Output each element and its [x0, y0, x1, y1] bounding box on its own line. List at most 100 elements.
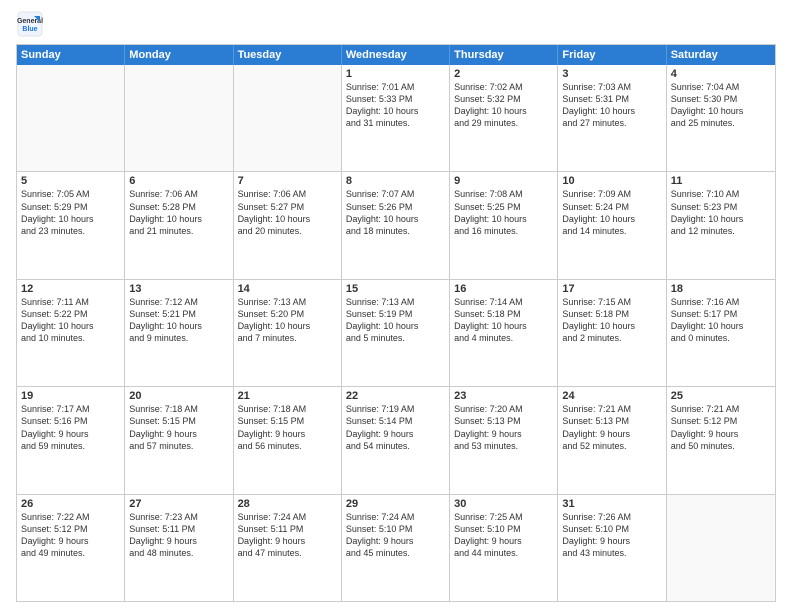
- week-row-2: 5Sunrise: 7:05 AM Sunset: 5:29 PM Daylig…: [17, 171, 775, 278]
- day-number: 21: [238, 390, 337, 402]
- day-cell-11: 11Sunrise: 7:10 AM Sunset: 5:23 PM Dayli…: [667, 172, 775, 278]
- day-info: Sunrise: 7:13 AM Sunset: 5:20 PM Dayligh…: [238, 296, 337, 345]
- day-info: Sunrise: 7:24 AM Sunset: 5:10 PM Dayligh…: [346, 511, 445, 560]
- day-number: 11: [671, 175, 771, 187]
- day-cell-31: 31Sunrise: 7:26 AM Sunset: 5:10 PM Dayli…: [558, 495, 666, 601]
- day-info: Sunrise: 7:19 AM Sunset: 5:14 PM Dayligh…: [346, 403, 445, 452]
- calendar-body: 1Sunrise: 7:01 AM Sunset: 5:33 PM Daylig…: [17, 65, 775, 601]
- day-header-saturday: Saturday: [667, 45, 775, 65]
- day-number: 7: [238, 175, 337, 187]
- day-info: Sunrise: 7:21 AM Sunset: 5:12 PM Dayligh…: [671, 403, 771, 452]
- day-header-thursday: Thursday: [450, 45, 558, 65]
- day-cell-15: 15Sunrise: 7:13 AM Sunset: 5:19 PM Dayli…: [342, 280, 450, 386]
- day-info: Sunrise: 7:09 AM Sunset: 5:24 PM Dayligh…: [562, 188, 661, 237]
- day-number: 9: [454, 175, 553, 187]
- day-cell-6: 6Sunrise: 7:06 AM Sunset: 5:28 PM Daylig…: [125, 172, 233, 278]
- day-header-monday: Monday: [125, 45, 233, 65]
- day-number: 14: [238, 283, 337, 295]
- day-cell-3: 3Sunrise: 7:03 AM Sunset: 5:31 PM Daylig…: [558, 65, 666, 171]
- day-number: 18: [671, 283, 771, 295]
- day-number: 13: [129, 283, 228, 295]
- day-info: Sunrise: 7:12 AM Sunset: 5:21 PM Dayligh…: [129, 296, 228, 345]
- day-number: 20: [129, 390, 228, 402]
- day-cell-9: 9Sunrise: 7:08 AM Sunset: 5:25 PM Daylig…: [450, 172, 558, 278]
- day-number: 3: [562, 68, 661, 80]
- day-info: Sunrise: 7:08 AM Sunset: 5:25 PM Dayligh…: [454, 188, 553, 237]
- day-cell-23: 23Sunrise: 7:20 AM Sunset: 5:13 PM Dayli…: [450, 387, 558, 493]
- empty-cell: [234, 65, 342, 171]
- day-cell-24: 24Sunrise: 7:21 AM Sunset: 5:13 PM Dayli…: [558, 387, 666, 493]
- day-info: Sunrise: 7:15 AM Sunset: 5:18 PM Dayligh…: [562, 296, 661, 345]
- day-cell-29: 29Sunrise: 7:24 AM Sunset: 5:10 PM Dayli…: [342, 495, 450, 601]
- day-number: 23: [454, 390, 553, 402]
- day-number: 5: [21, 175, 120, 187]
- day-info: Sunrise: 7:13 AM Sunset: 5:19 PM Dayligh…: [346, 296, 445, 345]
- day-cell-7: 7Sunrise: 7:06 AM Sunset: 5:27 PM Daylig…: [234, 172, 342, 278]
- day-number: 26: [21, 498, 120, 510]
- day-info: Sunrise: 7:11 AM Sunset: 5:22 PM Dayligh…: [21, 296, 120, 345]
- day-number: 29: [346, 498, 445, 510]
- empty-cell: [17, 65, 125, 171]
- day-number: 2: [454, 68, 553, 80]
- day-info: Sunrise: 7:24 AM Sunset: 5:11 PM Dayligh…: [238, 511, 337, 560]
- svg-text:Blue: Blue: [22, 26, 37, 33]
- day-number: 22: [346, 390, 445, 402]
- day-number: 10: [562, 175, 661, 187]
- week-row-1: 1Sunrise: 7:01 AM Sunset: 5:33 PM Daylig…: [17, 65, 775, 171]
- day-info: Sunrise: 7:17 AM Sunset: 5:16 PM Dayligh…: [21, 403, 120, 452]
- day-info: Sunrise: 7:21 AM Sunset: 5:13 PM Dayligh…: [562, 403, 661, 452]
- day-info: Sunrise: 7:01 AM Sunset: 5:33 PM Dayligh…: [346, 81, 445, 130]
- day-info: Sunrise: 7:22 AM Sunset: 5:12 PM Dayligh…: [21, 511, 120, 560]
- day-cell-18: 18Sunrise: 7:16 AM Sunset: 5:17 PM Dayli…: [667, 280, 775, 386]
- day-info: Sunrise: 7:25 AM Sunset: 5:10 PM Dayligh…: [454, 511, 553, 560]
- day-cell-16: 16Sunrise: 7:14 AM Sunset: 5:18 PM Dayli…: [450, 280, 558, 386]
- day-cell-28: 28Sunrise: 7:24 AM Sunset: 5:11 PM Dayli…: [234, 495, 342, 601]
- day-info: Sunrise: 7:18 AM Sunset: 5:15 PM Dayligh…: [238, 403, 337, 452]
- day-cell-25: 25Sunrise: 7:21 AM Sunset: 5:12 PM Dayli…: [667, 387, 775, 493]
- day-cell-20: 20Sunrise: 7:18 AM Sunset: 5:15 PM Dayli…: [125, 387, 233, 493]
- day-number: 28: [238, 498, 337, 510]
- week-row-4: 19Sunrise: 7:17 AM Sunset: 5:16 PM Dayli…: [17, 386, 775, 493]
- day-info: Sunrise: 7:03 AM Sunset: 5:31 PM Dayligh…: [562, 81, 661, 130]
- header: General Blue: [16, 10, 776, 38]
- day-number: 6: [129, 175, 228, 187]
- logo-icon: General Blue: [16, 10, 44, 38]
- day-info: Sunrise: 7:14 AM Sunset: 5:18 PM Dayligh…: [454, 296, 553, 345]
- day-info: Sunrise: 7:26 AM Sunset: 5:10 PM Dayligh…: [562, 511, 661, 560]
- day-header-friday: Friday: [558, 45, 666, 65]
- day-cell-10: 10Sunrise: 7:09 AM Sunset: 5:24 PM Dayli…: [558, 172, 666, 278]
- day-cell-5: 5Sunrise: 7:05 AM Sunset: 5:29 PM Daylig…: [17, 172, 125, 278]
- day-number: 31: [562, 498, 661, 510]
- day-info: Sunrise: 7:02 AM Sunset: 5:32 PM Dayligh…: [454, 81, 553, 130]
- day-info: Sunrise: 7:06 AM Sunset: 5:27 PM Dayligh…: [238, 188, 337, 237]
- day-header-tuesday: Tuesday: [234, 45, 342, 65]
- day-number: 25: [671, 390, 771, 402]
- calendar-header: SundayMondayTuesdayWednesdayThursdayFrid…: [17, 45, 775, 65]
- day-number: 19: [21, 390, 120, 402]
- day-cell-17: 17Sunrise: 7:15 AM Sunset: 5:18 PM Dayli…: [558, 280, 666, 386]
- day-info: Sunrise: 7:16 AM Sunset: 5:17 PM Dayligh…: [671, 296, 771, 345]
- empty-cell: [667, 495, 775, 601]
- day-info: Sunrise: 7:04 AM Sunset: 5:30 PM Dayligh…: [671, 81, 771, 130]
- day-number: 4: [671, 68, 771, 80]
- week-row-3: 12Sunrise: 7:11 AM Sunset: 5:22 PM Dayli…: [17, 279, 775, 386]
- logo: General Blue: [16, 10, 48, 38]
- day-cell-13: 13Sunrise: 7:12 AM Sunset: 5:21 PM Dayli…: [125, 280, 233, 386]
- day-number: 16: [454, 283, 553, 295]
- week-row-5: 26Sunrise: 7:22 AM Sunset: 5:12 PM Dayli…: [17, 494, 775, 601]
- day-number: 24: [562, 390, 661, 402]
- day-number: 30: [454, 498, 553, 510]
- day-cell-22: 22Sunrise: 7:19 AM Sunset: 5:14 PM Dayli…: [342, 387, 450, 493]
- day-cell-12: 12Sunrise: 7:11 AM Sunset: 5:22 PM Dayli…: [17, 280, 125, 386]
- day-info: Sunrise: 7:23 AM Sunset: 5:11 PM Dayligh…: [129, 511, 228, 560]
- day-number: 12: [21, 283, 120, 295]
- day-info: Sunrise: 7:10 AM Sunset: 5:23 PM Dayligh…: [671, 188, 771, 237]
- page: General Blue SundayMondayTuesdayWednesda…: [0, 0, 792, 612]
- day-info: Sunrise: 7:20 AM Sunset: 5:13 PM Dayligh…: [454, 403, 553, 452]
- day-cell-21: 21Sunrise: 7:18 AM Sunset: 5:15 PM Dayli…: [234, 387, 342, 493]
- day-header-wednesday: Wednesday: [342, 45, 450, 65]
- calendar: SundayMondayTuesdayWednesdayThursdayFrid…: [16, 44, 776, 602]
- day-cell-4: 4Sunrise: 7:04 AM Sunset: 5:30 PM Daylig…: [667, 65, 775, 171]
- day-number: 1: [346, 68, 445, 80]
- day-cell-8: 8Sunrise: 7:07 AM Sunset: 5:26 PM Daylig…: [342, 172, 450, 278]
